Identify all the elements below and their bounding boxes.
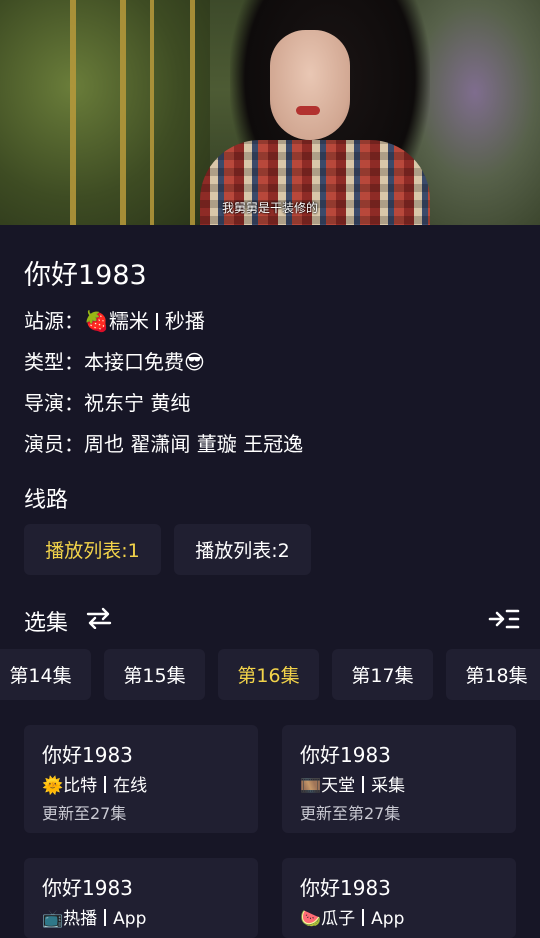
routes-heading: 线路	[24, 488, 69, 513]
card-title: 你好1983	[300, 876, 391, 900]
episode-list[interactable]: 第14集 第15集 第16集 第17集 第18集	[0, 649, 540, 701]
episode-button[interactable]: 第14集	[0, 649, 91, 700]
divider	[155, 313, 158, 330]
card-source-type: 在线	[113, 776, 148, 796]
card-title: 你好1983	[42, 743, 133, 767]
divider	[104, 776, 107, 793]
card-source-name: 瓜子	[321, 909, 356, 929]
card-source-name: 热播	[63, 909, 98, 929]
watermelon-icon: 🍉	[300, 909, 322, 929]
episodes-heading: 选集	[24, 611, 69, 636]
source-type: 秒播	[164, 309, 205, 333]
bamboo-stem	[150, 0, 154, 225]
divider	[362, 909, 365, 926]
card-source-type: 采集	[371, 776, 406, 796]
source-card[interactable]: 你好1983 📺热播 App	[24, 858, 258, 938]
show-title: 你好1983	[24, 260, 147, 291]
director-info: 导演：祝东宁 黄纯	[24, 391, 191, 415]
route-button-2[interactable]: 播放列表:2	[174, 524, 311, 575]
tv-icon: 📺	[42, 909, 64, 929]
divider	[362, 776, 365, 793]
route-button-1[interactable]: 播放列表:1	[24, 524, 161, 575]
bamboo-stem	[120, 0, 126, 225]
actress-lips	[296, 106, 320, 115]
card-update: 更新至第27集	[300, 804, 401, 823]
actress-face	[270, 30, 350, 140]
card-source: 📺热播 App	[42, 904, 146, 929]
source-info: 站源：🍓糯米 秒播	[24, 305, 205, 334]
source-name: 糯米	[108, 309, 149, 333]
bamboo-stem	[190, 0, 195, 225]
video-player[interactable]: 我舅舅是干装修的	[0, 0, 540, 225]
card-update: 更新至27集	[42, 804, 127, 823]
source-card[interactable]: 你好1983 🎞️天堂 采集 更新至第27集	[282, 725, 516, 833]
source-card[interactable]: 你好1983 🌞比特 在线 更新至27集	[24, 725, 258, 833]
divider	[104, 909, 107, 926]
indent-icon[interactable]	[488, 608, 520, 630]
card-source-type: App	[113, 909, 147, 929]
card-source-name: 天堂	[321, 776, 356, 796]
film-icon: 🎞️	[300, 776, 322, 796]
episode-button-active[interactable]: 第16集	[218, 649, 319, 700]
swap-icon[interactable]	[86, 607, 112, 629]
bamboo-stem	[70, 0, 76, 225]
card-source: 🍉瓜子 App	[300, 904, 404, 929]
actors-info: 演员：周也 翟潇闻 董璇 王冠逸	[24, 432, 304, 456]
card-title: 你好1983	[42, 876, 133, 900]
card-source-name: 比特	[63, 776, 98, 796]
card-title: 你好1983	[300, 743, 391, 767]
category-info: 类型：本接口免费😎	[24, 350, 205, 374]
sun-icon: 🌞	[42, 776, 64, 796]
source-label: 站源：	[24, 309, 84, 333]
card-source: 🌞比特 在线	[42, 771, 147, 796]
episode-button[interactable]: 第15集	[104, 649, 205, 700]
episode-button[interactable]: 第17集	[332, 649, 433, 700]
source-card[interactable]: 你好1983 🍉瓜子 App	[282, 858, 516, 938]
background-foliage	[0, 0, 210, 225]
video-subtitle: 我舅舅是干装修的	[221, 201, 318, 215]
episode-button[interactable]: 第18集	[446, 649, 540, 700]
strawberry-icon: 🍓	[84, 309, 109, 333]
card-source-type: App	[371, 909, 405, 929]
card-source: 🎞️天堂 采集	[300, 771, 405, 796]
